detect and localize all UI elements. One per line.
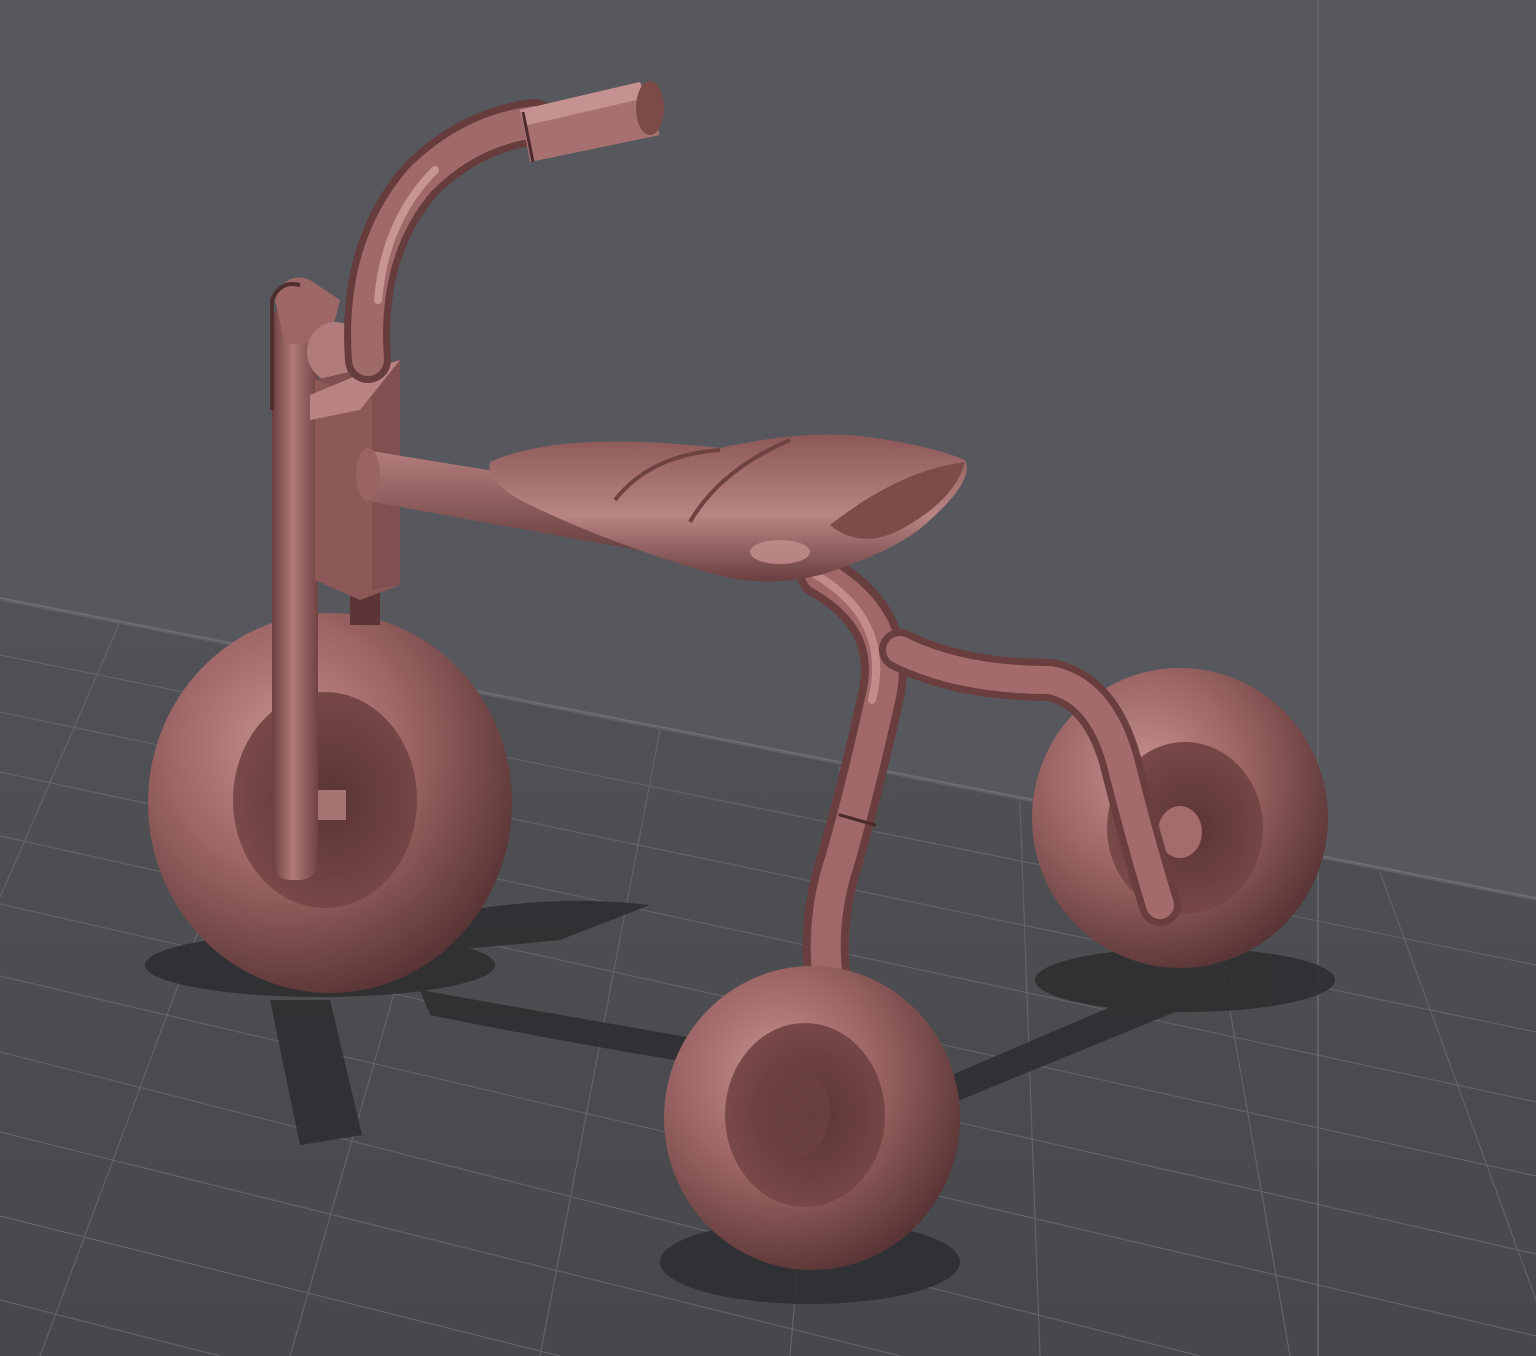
rear-left-wheel[interactable] (664, 966, 960, 1270)
viewport-canvas[interactable] (0, 0, 1536, 1356)
front-wheel[interactable] (148, 613, 512, 993)
3d-viewport[interactable] (0, 0, 1536, 1356)
